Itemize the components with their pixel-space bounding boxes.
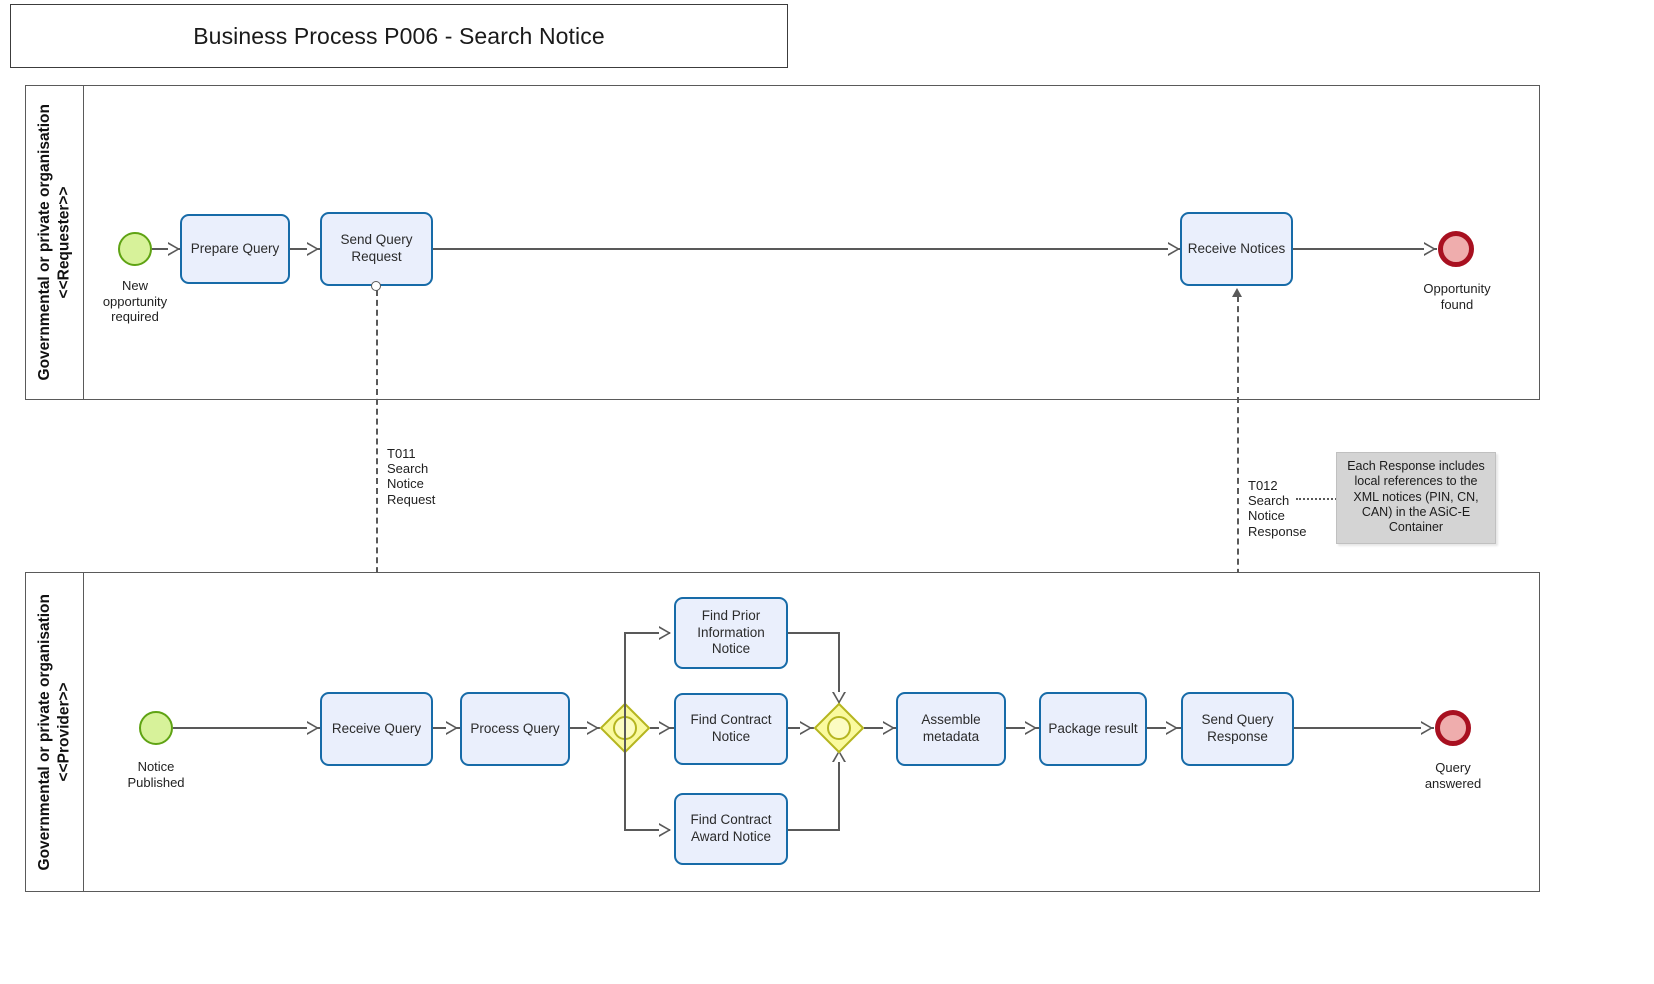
- end-event-query-answered[interactable]: [1435, 710, 1471, 746]
- arrowhead-merge-gateway: [800, 721, 812, 735]
- task-process-query[interactable]: Process Query: [460, 692, 570, 766]
- flow-send-query-response-to-end: [1294, 727, 1434, 729]
- lane-label-provider: Governmental or private organisation <<P…: [36, 593, 73, 871]
- start-event-new-opportunity[interactable]: [118, 232, 152, 266]
- lane-header-provider: Governmental or private organisation <<P…: [26, 573, 84, 891]
- lane-header-requester: Governmental or private organisation <<R…: [26, 86, 84, 399]
- end-event-opportunity-found[interactable]: [1438, 231, 1474, 267]
- task-send-query-request[interactable]: Send Query Request: [320, 212, 433, 286]
- arrowhead-find-can: [659, 823, 671, 837]
- start-event-new-opportunity-label: New opportunity required: [102, 278, 168, 325]
- association-t012-to-annotation: [1296, 498, 1340, 500]
- text-annotation-response-note: Each Response includes local references …: [1336, 452, 1496, 544]
- start-event-notice-published-label: Notice Published: [127, 759, 185, 790]
- task-prepare-query[interactable]: Prepare Query: [180, 214, 290, 284]
- arrowhead-send-query-request: [307, 242, 319, 256]
- task-package-result[interactable]: Package result: [1039, 692, 1147, 766]
- diagram-title-box: Business Process P006 - Search Notice: [10, 4, 788, 68]
- flow-split-trunk-up: [624, 632, 626, 728]
- arrowhead-find-cn: [659, 721, 671, 735]
- lane-label-requester: Governmental or private organisation <<R…: [36, 104, 73, 381]
- arrowhead-send-query-response: [1166, 721, 1178, 735]
- task-receive-notices[interactable]: Receive Notices: [1180, 212, 1293, 286]
- gateway-merge-ring: [827, 716, 851, 740]
- message-flow-label-t011: T011 Search Notice Request: [387, 446, 436, 507]
- end-event-query-answered-label: Query answered: [1424, 760, 1482, 791]
- task-find-prior-information-notice[interactable]: Find Prior Information Notice: [674, 597, 788, 669]
- gateway-inclusive-merge[interactable]: [813, 702, 865, 754]
- arrowhead-assemble-metadata: [883, 721, 895, 735]
- arrowhead-receive-query: [307, 721, 319, 735]
- arrowhead-split-gateway: [587, 721, 599, 735]
- arrowhead-prepare-query: [168, 242, 180, 256]
- task-find-contract-notice[interactable]: Find Contract Notice: [674, 693, 788, 765]
- arrowhead-opportunity-found: [1424, 242, 1436, 256]
- message-flow-label-t012: T012 Search Notice Response: [1248, 478, 1307, 539]
- arrowhead-find-pin: [659, 626, 671, 640]
- flow-start-to-receive-query: [173, 727, 320, 729]
- flow-split-trunk-down: [624, 727, 626, 831]
- flow-find-pin-to-merge: [788, 632, 840, 634]
- flow-find-can-to-merge: [788, 829, 840, 831]
- task-find-contract-award-notice[interactable]: Find Contract Award Notice: [674, 793, 788, 865]
- task-assemble-metadata[interactable]: Assemble metadata: [896, 692, 1006, 766]
- arrowhead-process-query: [446, 721, 458, 735]
- arrowhead-receive-notices: [1168, 242, 1180, 256]
- flow-send-query-to-receive-notices: [433, 248, 1180, 250]
- bpmn-diagram-canvas: Business Process P006 - Search Notice Go…: [0, 0, 1654, 984]
- arrowhead-package-result: [1025, 721, 1037, 735]
- arrowhead-query-answered: [1421, 721, 1433, 735]
- task-receive-query[interactable]: Receive Query: [320, 692, 433, 766]
- task-send-query-response[interactable]: Send Query Response: [1181, 692, 1294, 766]
- end-event-opportunity-found-label: Opportunity found: [1423, 281, 1491, 312]
- flow-receive-notices-to-end: [1293, 248, 1437, 250]
- page-title: Business Process P006 - Search Notice: [193, 22, 605, 49]
- start-event-notice-published[interactable]: [139, 711, 173, 745]
- message-arrowhead-t012: [1232, 288, 1242, 297]
